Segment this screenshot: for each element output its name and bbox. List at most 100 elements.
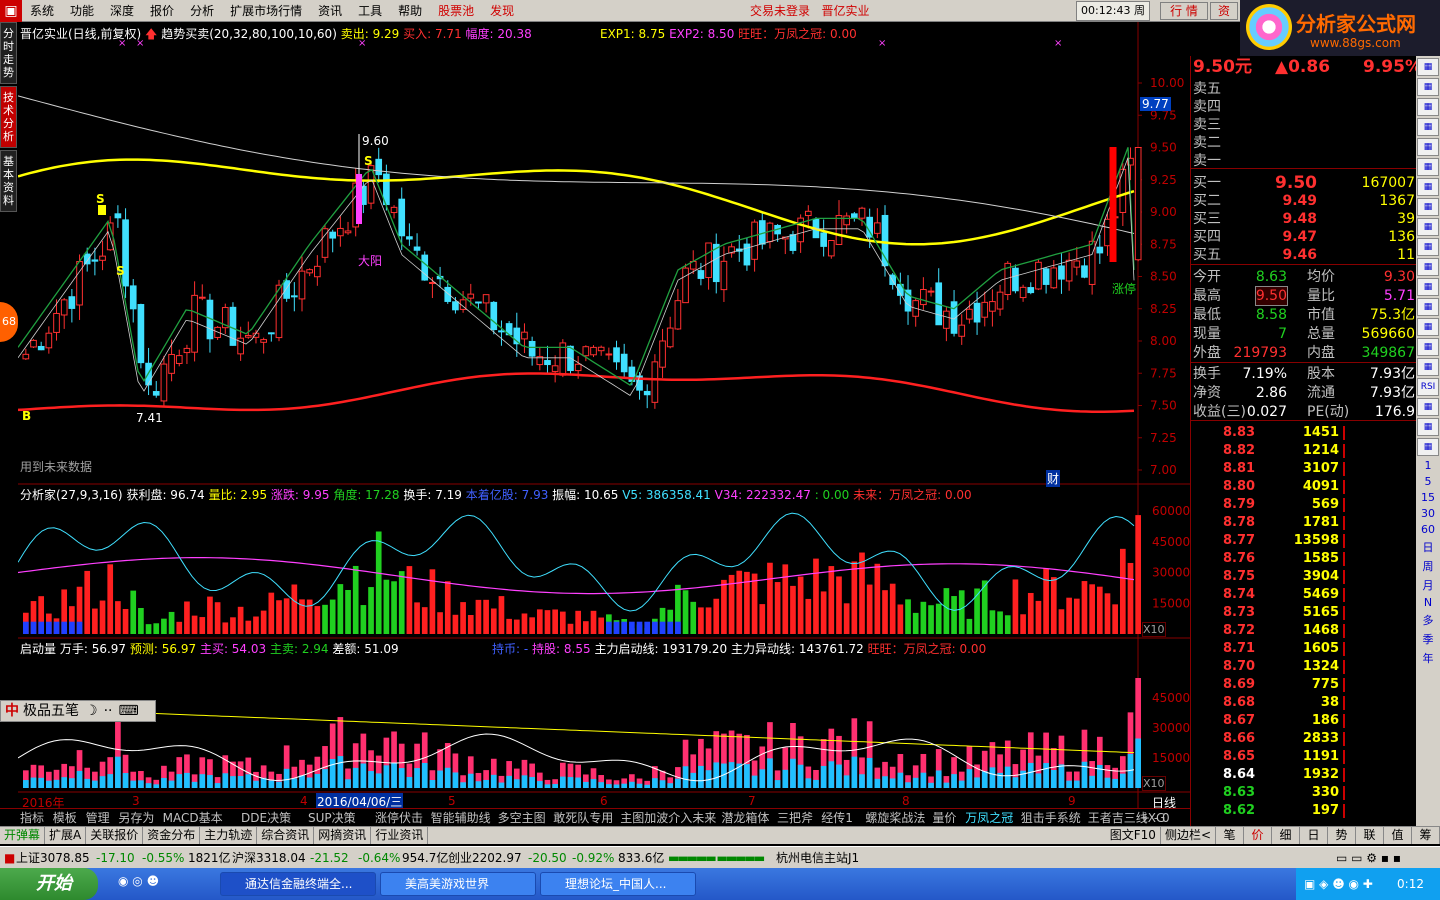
- toolbar-icon[interactable]: ▦: [1417, 78, 1439, 96]
- indicator-tab[interactable]: SUP决策: [308, 811, 356, 826]
- info-tab[interactable]: 行业资讯: [371, 827, 429, 844]
- menu-item[interactable]: 资讯: [310, 0, 350, 22]
- kline-chart-area[interactable]: 10.00 9.75 9.50 9.25 9.00 8.75 8.50 8.25 8.00 7.7…: [18, 22, 1190, 822]
- indicator-tab[interactable]: 敢死队专用: [553, 811, 613, 826]
- toolbar-icon[interactable]: ▦: [1417, 198, 1439, 216]
- toolbar-icon[interactable]: RSI: [1417, 378, 1439, 396]
- ime-toolbar[interactable]: 中极品五笔 ☽ ·· ⌨: [0, 700, 156, 722]
- sell-level[interactable]: 卖五: [1193, 80, 1415, 98]
- info-tab[interactable]: 开弹幕: [0, 827, 46, 844]
- keyboard-icon[interactable]: ⌨: [112, 703, 138, 719]
- quote-foot-tab[interactable]: 势: [1328, 827, 1356, 844]
- toolbar-icon[interactable]: ▦: [1417, 438, 1439, 456]
- ladder-row[interactable]: 8.81 3107: [1193, 460, 1415, 478]
- period-button[interactable]: 15: [1417, 491, 1439, 504]
- indicator-tab[interactable]: 三把斧: [777, 811, 813, 826]
- buy-level[interactable]: 买二 9.49 1367: [1193, 192, 1415, 210]
- sell-level[interactable]: 卖二: [1193, 134, 1415, 152]
- ladder-row[interactable]: 8.83 1451: [1193, 424, 1415, 442]
- menu-stock-pool[interactable]: 股票池: [430, 0, 482, 22]
- menu-item[interactable]: 功能: [62, 0, 102, 22]
- indicator-tab[interactable]: DDE决策: [241, 811, 291, 826]
- scale-x10[interactable]: X10: [1142, 776, 1166, 791]
- quote-foot-tab[interactable]: 值: [1384, 827, 1412, 844]
- info-tab[interactable]: 综合资讯: [257, 827, 315, 844]
- period-button[interactable]: 60: [1417, 523, 1439, 536]
- trade-login-text[interactable]: 交易未登录: [750, 4, 810, 18]
- period-button[interactable]: 多: [1417, 612, 1439, 628]
- menu-item[interactable]: 工具: [350, 0, 390, 22]
- quote-foot-tab[interactable]: 筹: [1412, 827, 1440, 844]
- toolbar-icon[interactable]: ▦: [1417, 178, 1439, 196]
- buy-level[interactable]: 买三 9.48 39: [1193, 210, 1415, 228]
- buy-level[interactable]: 买一 9.50 167007: [1193, 174, 1415, 192]
- moon-icon[interactable]: ☽: [79, 703, 104, 719]
- chart-canvas[interactable]: 10.009.759.509.259.008.758.508.258.007.7…: [18, 22, 1190, 822]
- toolbar-icon[interactable]: ▦: [1417, 398, 1439, 416]
- info-tab[interactable]: 主力轨迹: [200, 827, 258, 844]
- indicator-tab[interactable]: 管理: [86, 811, 110, 826]
- toolbar-icon[interactable]: ▦: [1417, 218, 1439, 236]
- toolbar-icon[interactable]: ▦: [1417, 358, 1439, 376]
- toolbar-icon[interactable]: ▦: [1417, 258, 1439, 276]
- toolbar-icon[interactable]: ▦: [1417, 138, 1439, 156]
- start-button[interactable]: 开始: [0, 868, 98, 900]
- quote-foot-tab[interactable]: 价: [1244, 827, 1272, 844]
- indicator-tab[interactable]: 涨停伏击: [375, 811, 423, 826]
- info-tab[interactable]: 网摘资讯: [314, 827, 372, 844]
- menu-discover[interactable]: 发现: [482, 0, 522, 22]
- finance-marker[interactable]: 财: [1046, 470, 1061, 487]
- tab-info[interactable]: 资: [1210, 2, 1238, 20]
- toolbar-icon[interactable]: ▦: [1417, 118, 1439, 136]
- ladder-row[interactable]: 8.73 5165: [1193, 604, 1415, 622]
- menu-item[interactable]: 分析: [182, 0, 222, 22]
- quicklaunch-icons[interactable]: ◉ ◎ ☻: [118, 874, 159, 888]
- info-tab[interactable]: 关联报价: [86, 827, 144, 844]
- indicator-name[interactable]: 趋势买卖(20,32,80,100,10,60): [161, 27, 337, 41]
- low-ind-name[interactable]: 启动量: [20, 642, 56, 656]
- ladder-row[interactable]: 8.80 4091: [1193, 478, 1415, 496]
- indicator-tab[interactable]: 另存为: [118, 811, 154, 826]
- ladder-row[interactable]: 8.75 3904: [1193, 568, 1415, 586]
- task-game[interactable]: 美高美游戏世界: [380, 872, 536, 896]
- ladder-row[interactable]: 8.79 569: [1193, 496, 1415, 514]
- period-button[interactable]: 周: [1417, 558, 1439, 574]
- quote-foot-tab[interactable]: 日: [1300, 827, 1328, 844]
- app-logo-icon[interactable]: ▣: [0, 0, 22, 22]
- ladder-row[interactable]: 8.67 186: [1193, 712, 1415, 730]
- tab-fundamentals[interactable]: 基本资料: [0, 150, 17, 212]
- index-hs[interactable]: 沪深3318.04: [232, 847, 306, 869]
- indicator-tab[interactable]: 螺旋桨战法: [865, 811, 925, 826]
- menu-item[interactable]: 系统: [22, 0, 62, 22]
- ladder-row[interactable]: 8.65 1191: [1193, 748, 1415, 766]
- toolbar-icon[interactable]: ▦: [1417, 58, 1439, 76]
- period-button[interactable]: 年: [1417, 650, 1439, 666]
- tray-clock[interactable]: 0:12: [1397, 877, 1424, 891]
- toolbar-icon[interactable]: ▦: [1417, 418, 1439, 436]
- server-name[interactable]: 杭州电信主站J1: [776, 847, 859, 869]
- sell-level[interactable]: 卖四: [1193, 98, 1415, 116]
- toolbar-icon[interactable]: ▦: [1417, 158, 1439, 176]
- quote-foot-tab[interactable]: 联: [1356, 827, 1384, 844]
- menu-item[interactable]: 报价: [142, 0, 182, 22]
- period-button[interactable]: 季: [1417, 631, 1439, 647]
- sell-level[interactable]: 卖三: [1193, 116, 1415, 134]
- toolbar-icon[interactable]: ▦: [1417, 98, 1439, 116]
- ladder-row[interactable]: 8.82 1214: [1193, 442, 1415, 460]
- indicator-tab[interactable]: 经传1: [821, 811, 853, 826]
- toolbar-icon[interactable]: ▦: [1417, 318, 1439, 336]
- ladder-row[interactable]: 8.77 13598: [1193, 532, 1415, 550]
- toolbar-icon[interactable]: ▦: [1417, 278, 1439, 296]
- ladder-row[interactable]: 8.70 1324: [1193, 658, 1415, 676]
- indicator-tab[interactable]: 量价: [932, 811, 956, 826]
- period-button[interactable]: 日: [1417, 539, 1439, 555]
- task-tdx[interactable]: 通达信金融终端全...: [220, 872, 376, 896]
- tray-icons[interactable]: ▣ ◈ ☻ ◉ ✚: [1304, 868, 1373, 900]
- indicator-tab[interactable]: 狙击手系统: [1021, 811, 1081, 826]
- ladder-row[interactable]: 8.71 1605: [1193, 640, 1415, 658]
- period-button[interactable]: 月: [1417, 577, 1439, 593]
- quote-foot-tab[interactable]: 细: [1272, 827, 1300, 844]
- scale-x10[interactable]: X10: [1142, 622, 1166, 637]
- toolbar-icon[interactable]: ▦: [1417, 338, 1439, 356]
- ladder-row[interactable]: 8.72 1468: [1193, 622, 1415, 640]
